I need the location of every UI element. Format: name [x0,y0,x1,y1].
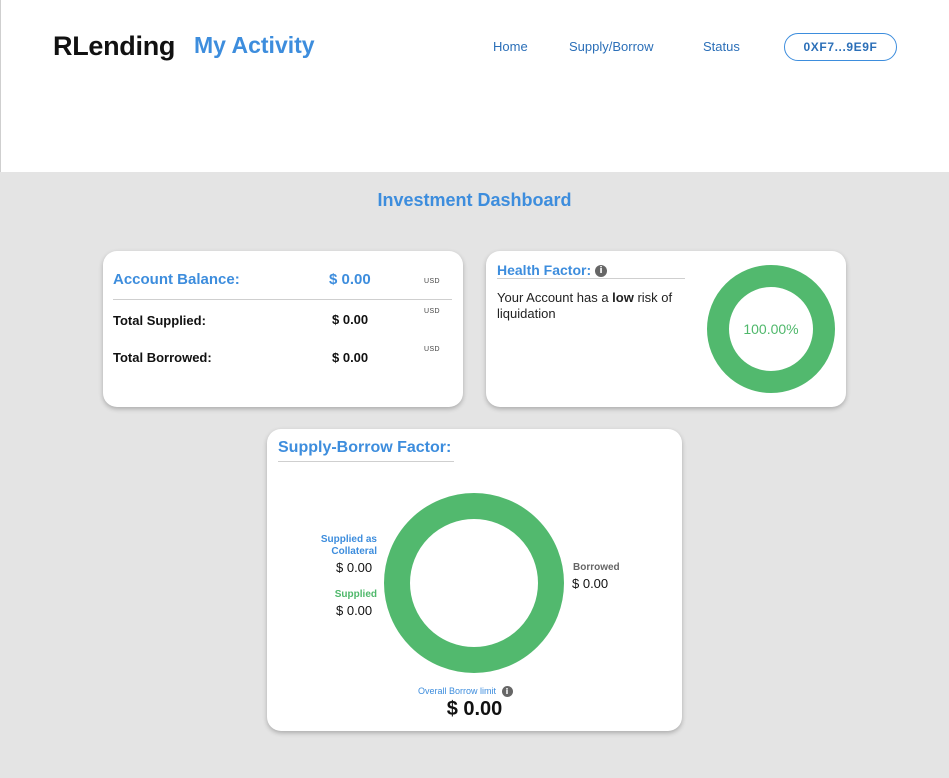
health-factor-percent: 100.00% [743,321,799,337]
borrowed-value: $ 0.00 [572,576,609,591]
borrowed-label: Borrowed [573,562,620,573]
supply-borrow-factor-card: Supply-Borrow Factor: Supplied as Collat… [267,429,682,731]
account-balance-value: $ 0.00 [329,271,371,288]
top-header: RLending My Activity Home Supply/Borrow … [0,0,949,172]
supplied-as-collateral-label: Supplied as Collateral [320,534,377,557]
total-supplied-value: $ 0.00 [332,312,369,327]
supply-borrow-factor-title: Supply-Borrow Factor: [278,439,452,456]
currency-label: USD [424,346,440,353]
dashboard-title: Investment Dashboard [377,190,572,210]
health-factor-label: Health Factor: [497,262,592,278]
divider [278,461,454,462]
account-balance-card: Account Balance: $ 0.00 USD Total Suppli… [103,251,463,407]
total-supplied-label: Total Supplied: [113,313,206,328]
brand-logo[interactable]: RLending [53,31,175,62]
supplied-label: Supplied [334,589,377,600]
supply-borrow-donut [384,493,564,673]
wallet-address-button[interactable]: 0XF7...9E9F [784,33,897,61]
overall-borrow-limit-label: Overall Borrow limit i [418,686,513,698]
risk-level: low [612,290,634,305]
total-borrowed-label: Total Borrowed: [113,350,212,365]
health-factor-description: Your Account has a low risk of liquidati… [497,290,692,322]
page-title: My Activity [194,32,315,58]
nav-home-link[interactable]: Home [493,39,528,54]
supplied-as-collateral-value: $ 0.00 [336,560,373,575]
account-balance-label: Account Balance: [113,271,240,288]
health-factor-title: Health Factor: i [497,262,608,278]
nav-status-link[interactable]: Status [703,39,740,54]
borrow-limit-text: Overall Borrow limit [418,686,497,696]
currency-label: USD [424,278,440,285]
divider [113,299,452,300]
currency-label: USD [424,308,440,315]
supply-borrow-ring [384,493,564,673]
risk-text-prefix: Your Account has a [497,290,613,305]
divider [497,278,685,279]
dashboard-area: Investment Dashboard Account Balance: $ … [0,172,949,778]
info-icon[interactable]: i [595,265,608,278]
supplied-value: $ 0.00 [336,603,373,618]
health-factor-card: Health Factor: i Your Account has a low … [486,251,846,407]
overall-borrow-limit-value: $ 0.00 [446,698,503,720]
info-icon[interactable]: i [501,686,513,698]
total-borrowed-value: $ 0.00 [332,350,369,365]
nav-supply-borrow-link[interactable]: Supply/Borrow [569,39,654,54]
